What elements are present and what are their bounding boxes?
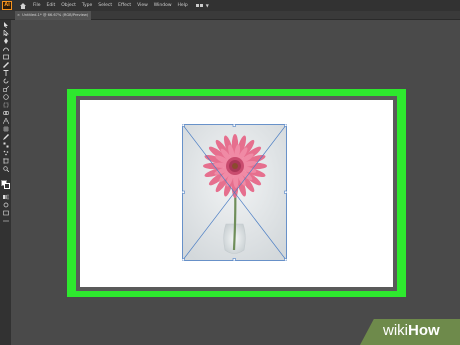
wikihow-logo: wikiHow (383, 322, 440, 339)
illustrator-logo-icon: Ai (2, 1, 12, 10)
menu-help[interactable]: Help (178, 0, 188, 11)
menu-file[interactable]: File (33, 0, 41, 11)
pen-tool-icon[interactable] (2, 38, 9, 44)
color-mode-icon[interactable] (2, 194, 9, 200)
eyedropper-tool-icon[interactable] (2, 134, 9, 140)
document-tab-bar: × Untitled-1* @ 66.67% (RGB/Preview) (0, 11, 460, 20)
shape-builder-tool-icon[interactable] (2, 110, 9, 116)
curvature-tool-icon[interactable] (2, 46, 9, 52)
blend-tool-icon[interactable] (2, 142, 9, 148)
screen-mode-icon[interactable] (2, 210, 9, 216)
artboard-tool-icon[interactable] (2, 158, 9, 164)
tools-panel (0, 20, 11, 345)
home-icon[interactable] (18, 1, 27, 10)
free-transform-tool-icon[interactable] (2, 102, 9, 108)
symbol-sprayer-tool-icon[interactable] (2, 150, 9, 156)
menu-window[interactable]: Window (154, 0, 172, 11)
scale-tool-icon[interactable] (2, 86, 9, 92)
menu-type[interactable]: Type (82, 0, 92, 11)
menu-object[interactable]: Object (61, 0, 76, 11)
selection-bounding-box[interactable] (182, 124, 287, 261)
mesh-tool-icon[interactable] (2, 126, 9, 132)
document-tab[interactable]: × Untitled-1* @ 66.67% (RGB/Preview) (15, 11, 91, 20)
menu-bar: Ai File Edit Object Type Select Effect V… (0, 0, 460, 11)
workspace-switcher-icon[interactable] (195, 2, 205, 9)
close-icon[interactable]: × (17, 13, 20, 17)
chevron-down-icon[interactable]: ▼ (206, 3, 209, 8)
type-tool-icon[interactable] (2, 70, 9, 76)
warp-tool-icon[interactable] (2, 94, 9, 100)
menu-edit[interactable]: Edit (47, 0, 56, 11)
selection-tool-icon[interactable] (2, 22, 9, 28)
rectangle-tool-icon[interactable] (2, 54, 9, 60)
direct-selection-tool-icon[interactable] (2, 30, 9, 36)
draw-mode-icon[interactable] (2, 202, 9, 208)
stroke-color-swatch[interactable] (4, 183, 10, 189)
more-tools-icon[interactable] (2, 218, 9, 224)
zoom-tool-icon[interactable] (2, 166, 9, 172)
document-tab-title: Untitled-1* @ 66.67% (RGB/Preview) (22, 13, 89, 17)
menu-effect[interactable]: Effect (118, 0, 131, 11)
menu-list: File Edit Object Type Select Effect View… (33, 0, 194, 11)
menu-select[interactable]: Select (98, 0, 112, 11)
perspective-grid-tool-icon[interactable] (2, 118, 9, 124)
rotate-tool-icon[interactable] (2, 78, 9, 84)
paintbrush-tool-icon[interactable] (2, 62, 9, 68)
menu-view[interactable]: View (137, 0, 148, 11)
